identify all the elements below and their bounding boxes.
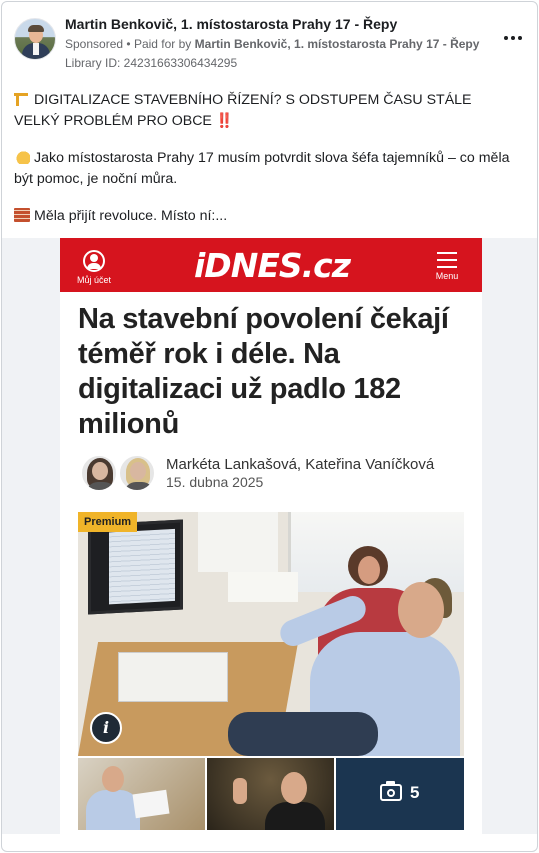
thumbnail-photo	[78, 758, 205, 830]
meta-separator: •	[126, 37, 134, 51]
post-header: Martin Benkovič, 1. místostarosta Prahy …	[14, 14, 525, 74]
page-avatar[interactable]	[14, 18, 56, 60]
account-button: Můj účet	[74, 250, 114, 285]
construction-crane-icon	[14, 92, 30, 106]
thumbnail-photo	[207, 758, 334, 830]
sponsored-meta: Sponsored • Paid for by Martin Benkovič,…	[65, 37, 479, 51]
hamburger-icon	[437, 252, 457, 268]
more-options-icon[interactable]	[501, 32, 525, 44]
brick-icon	[14, 208, 30, 222]
ad-media[interactable]: Můj účet iDNES.cz Menu Na stavební povol…	[2, 238, 537, 834]
paragraph-text[interactable]: Měla přijít revoluce. Místo ní:...	[34, 208, 227, 224]
paragraph-text: DIGITALIZACE STAVEBNÍHO ŘÍZENÍ? S ODSTUP…	[14, 92, 472, 129]
article-headline: Na stavební povolení čekají téměř rok i …	[78, 303, 449, 440]
photo-thumbnails: 5	[78, 758, 464, 830]
double-exclamation-icon: ‼️	[215, 113, 234, 129]
article-date: 15. dubna 2025	[166, 474, 264, 490]
post-paragraph: Jako místostarosta Prahy 17 musím potvrd…	[14, 148, 519, 190]
author-avatar	[118, 454, 156, 492]
post-paragraph: Měla přijít revoluce. Místo ní:...	[14, 206, 519, 227]
writing-hand-icon	[14, 150, 30, 164]
premium-badge: Premium	[78, 512, 138, 532]
sponsored-post-card: Martin Benkovič, 1. místostarosta Prahy …	[1, 1, 538, 852]
article-main-photo: Premium i	[78, 512, 464, 756]
paid-for-prefix: Paid for by	[133, 37, 192, 51]
menu-button: Menu	[432, 252, 462, 281]
page-name-link[interactable]: Martin Benkovič, 1. místostarosta Prahy …	[65, 16, 397, 32]
gallery-count: 5	[410, 783, 420, 802]
author-avatar	[80, 454, 118, 492]
sponsored-label[interactable]: Sponsored	[65, 37, 123, 51]
info-icon: i	[90, 712, 122, 744]
library-id: Library ID: 24231663306434295	[65, 56, 238, 70]
user-icon	[83, 250, 105, 272]
gallery-count-tile: 5	[336, 758, 464, 830]
post-paragraph: DIGITALIZACE STAVEBNÍHO ŘÍZENÍ? S ODSTUP…	[14, 90, 519, 132]
camera-icon	[380, 781, 402, 801]
paragraph-text: Jako místostarosta Prahy 17 musím potvrd…	[14, 150, 510, 187]
payer-name: Martin Benkovič, 1. místostarosta Prahy …	[194, 37, 480, 51]
article-authors: Markéta Lankašová, Kateřina Vaníčková	[166, 456, 435, 473]
article-screenshot[interactable]: Můj účet iDNES.cz Menu Na stavební povol…	[60, 238, 482, 834]
menu-label: Menu	[435, 271, 459, 281]
account-label: Můj účet	[76, 275, 111, 285]
idnes-topbar: Můj účet iDNES.cz Menu	[60, 238, 482, 292]
idnes-logo: iDNES.cz	[194, 246, 351, 285]
post-text: DIGITALIZACE STAVEBNÍHO ŘÍZENÍ? S ODSTUP…	[14, 90, 519, 237]
